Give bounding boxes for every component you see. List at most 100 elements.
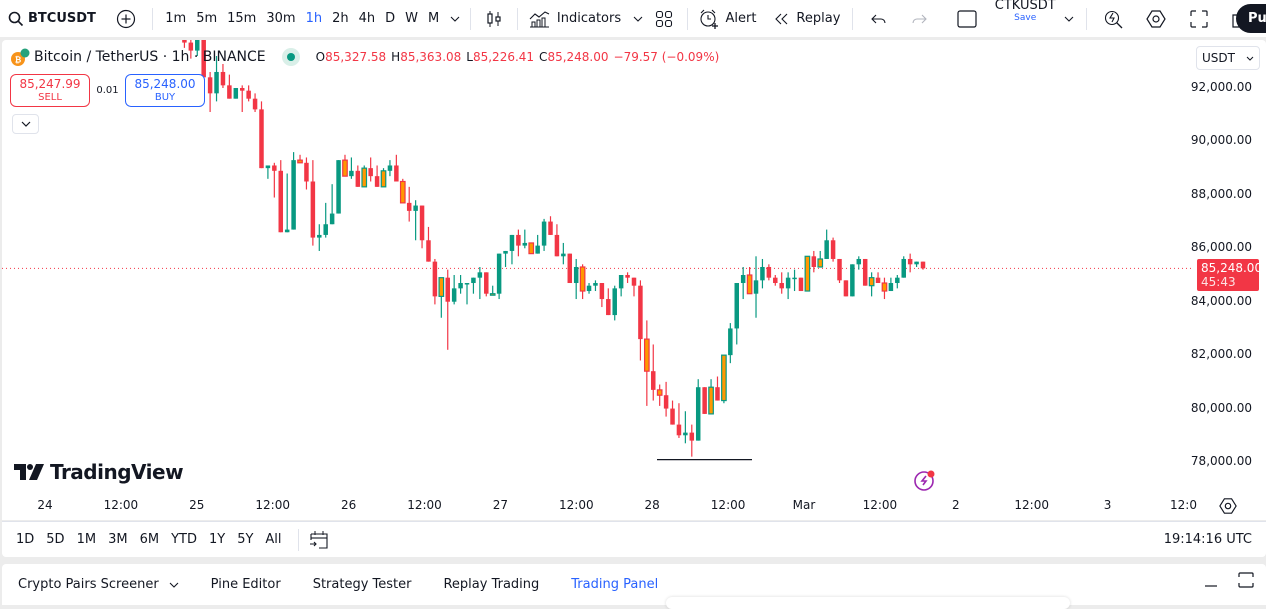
- range-5d[interactable]: 5D: [40, 532, 70, 547]
- layout-dropdown[interactable]: [1062, 0, 1082, 37]
- candle-body: [645, 339, 649, 371]
- candle-body: [657, 390, 661, 395]
- price-chart[interactable]: [2, 40, 1266, 520]
- candle-body: [471, 278, 475, 283]
- candle-body: [799, 278, 803, 291]
- publish-button[interactable]: Pu: [1236, 4, 1266, 33]
- interval-D[interactable]: D: [380, 0, 400, 37]
- candle: [818, 251, 822, 267]
- interval-1h[interactable]: 1h: [301, 0, 328, 37]
- candle-body: [234, 88, 238, 99]
- range-5y[interactable]: 5Y: [231, 532, 259, 547]
- more-intervals-button[interactable]: [444, 0, 466, 37]
- candle-body: [535, 246, 539, 254]
- candle-body: [445, 278, 449, 302]
- fullscreen-button[interactable]: [1178, 0, 1220, 37]
- time-tick-label: 27: [493, 498, 508, 512]
- candle: [895, 275, 899, 288]
- alert-button[interactable]: Alert: [691, 0, 764, 37]
- add-circle-icon: [116, 9, 136, 29]
- collapse-legend-button[interactable]: [12, 114, 39, 134]
- candle-body: [452, 288, 456, 301]
- sell-button[interactable]: 85,247.99 SELL: [10, 74, 90, 107]
- chart-pane[interactable]: ₿ Bitcoin / TetherUS · 1h · BINANCE O85,…: [2, 40, 1266, 520]
- candle: [863, 259, 867, 286]
- candle: [542, 219, 546, 251]
- redo-button[interactable]: [899, 0, 939, 37]
- currency-selector[interactable]: USDT: [1196, 46, 1260, 70]
- candle-body: [619, 275, 623, 288]
- candle-body: [240, 88, 244, 91]
- candle: [291, 152, 295, 229]
- candle-body: [401, 182, 405, 203]
- indicators-button[interactable]: Indicators: [521, 0, 625, 37]
- interval-2h[interactable]: 2h: [327, 0, 354, 37]
- compare-symbol-button[interactable]: [102, 0, 148, 37]
- range-3m[interactable]: 3M: [102, 532, 134, 547]
- candle: [767, 264, 771, 280]
- floating-toolbar[interactable]: [666, 597, 1070, 609]
- tab-pine-editor[interactable]: Pine Editor: [195, 577, 297, 592]
- alert-label: Alert: [725, 11, 756, 26]
- candle: [625, 272, 629, 283]
- tab-trading-panel[interactable]: Trading Panel: [555, 577, 674, 592]
- chart-type-button[interactable]: [475, 0, 513, 37]
- candle-body: [850, 264, 854, 296]
- time-axis[interactable]: 2412:002512:002612:002712:002812:00Mar12…: [2, 490, 1266, 520]
- candle: [837, 259, 841, 283]
- range-all[interactable]: All: [259, 532, 287, 547]
- candle: [568, 254, 572, 283]
- symbol-title[interactable]: Bitcoin / TetherUS · 1h · BINANCE: [34, 49, 266, 65]
- time-tick-label: 12:00: [104, 498, 139, 512]
- minimize-panel-button[interactable]: [1204, 572, 1218, 592]
- candle-body: [542, 222, 546, 246]
- candle-body: [304, 163, 308, 182]
- indicators-dropdown[interactable]: [625, 0, 651, 37]
- axis-settings-button[interactable]: [1219, 497, 1237, 519]
- tab-crypto-pairs-screener[interactable]: Crypto Pairs Screener: [2, 577, 195, 592]
- quick-search-button[interactable]: [1090, 0, 1134, 37]
- range-group: 1D5D1M3M6MYTD1Y5YAll: [2, 532, 288, 547]
- interval-15m[interactable]: 15m: [222, 0, 261, 37]
- candle: [490, 286, 494, 296]
- tab-replay-trading[interactable]: Replay Trading: [427, 577, 555, 592]
- range-1m[interactable]: 1M: [71, 532, 103, 547]
- candle-body: [696, 387, 700, 440]
- interval-W[interactable]: W: [400, 0, 423, 37]
- layout-button[interactable]: [939, 0, 989, 37]
- interval-1m[interactable]: 1m: [160, 0, 191, 37]
- candle: [343, 155, 347, 176]
- candle-body: [279, 171, 283, 232]
- candle-body: [253, 99, 257, 110]
- redo-icon: [911, 13, 927, 25]
- settings-button[interactable]: [1134, 0, 1178, 37]
- symbol-search-button[interactable]: BTCUSDT: [0, 0, 102, 37]
- interval-M[interactable]: M: [423, 0, 444, 37]
- candle: [901, 256, 905, 277]
- templates-button[interactable]: [651, 0, 683, 37]
- utc-clock[interactable]: 19:14:16 UTC: [1164, 532, 1252, 547]
- low-value: 85,226.41: [473, 50, 534, 64]
- range-ytd[interactable]: YTD: [165, 532, 203, 547]
- candle-body: [792, 278, 796, 280]
- buy-button[interactable]: 85,248.00 BUY: [125, 74, 205, 107]
- range-1y[interactable]: 1Y: [203, 532, 231, 547]
- candle: [279, 160, 283, 232]
- candle-body: [606, 299, 610, 315]
- candle-body: [484, 272, 488, 293]
- tab-strategy-tester[interactable]: Strategy Tester: [297, 577, 428, 592]
- goto-date-button[interactable]: [309, 530, 329, 550]
- low-label: L: [466, 50, 473, 64]
- interval-5m[interactable]: 5m: [191, 0, 222, 37]
- save-layout-button[interactable]: CTKUSDT Save: [989, 0, 1062, 37]
- range-1d[interactable]: 1D: [2, 532, 40, 547]
- candle-body: [362, 168, 366, 187]
- interval-4h[interactable]: 4h: [354, 0, 381, 37]
- tradingview-logo[interactable]: TradingView: [14, 460, 183, 484]
- replay-button[interactable]: Replay: [764, 0, 848, 37]
- candle-body: [722, 355, 726, 400]
- interval-30m[interactable]: 30m: [261, 0, 300, 37]
- maximize-panel-button[interactable]: [1238, 572, 1254, 592]
- undo-button[interactable]: [857, 0, 899, 37]
- range-6m[interactable]: 6M: [134, 532, 166, 547]
